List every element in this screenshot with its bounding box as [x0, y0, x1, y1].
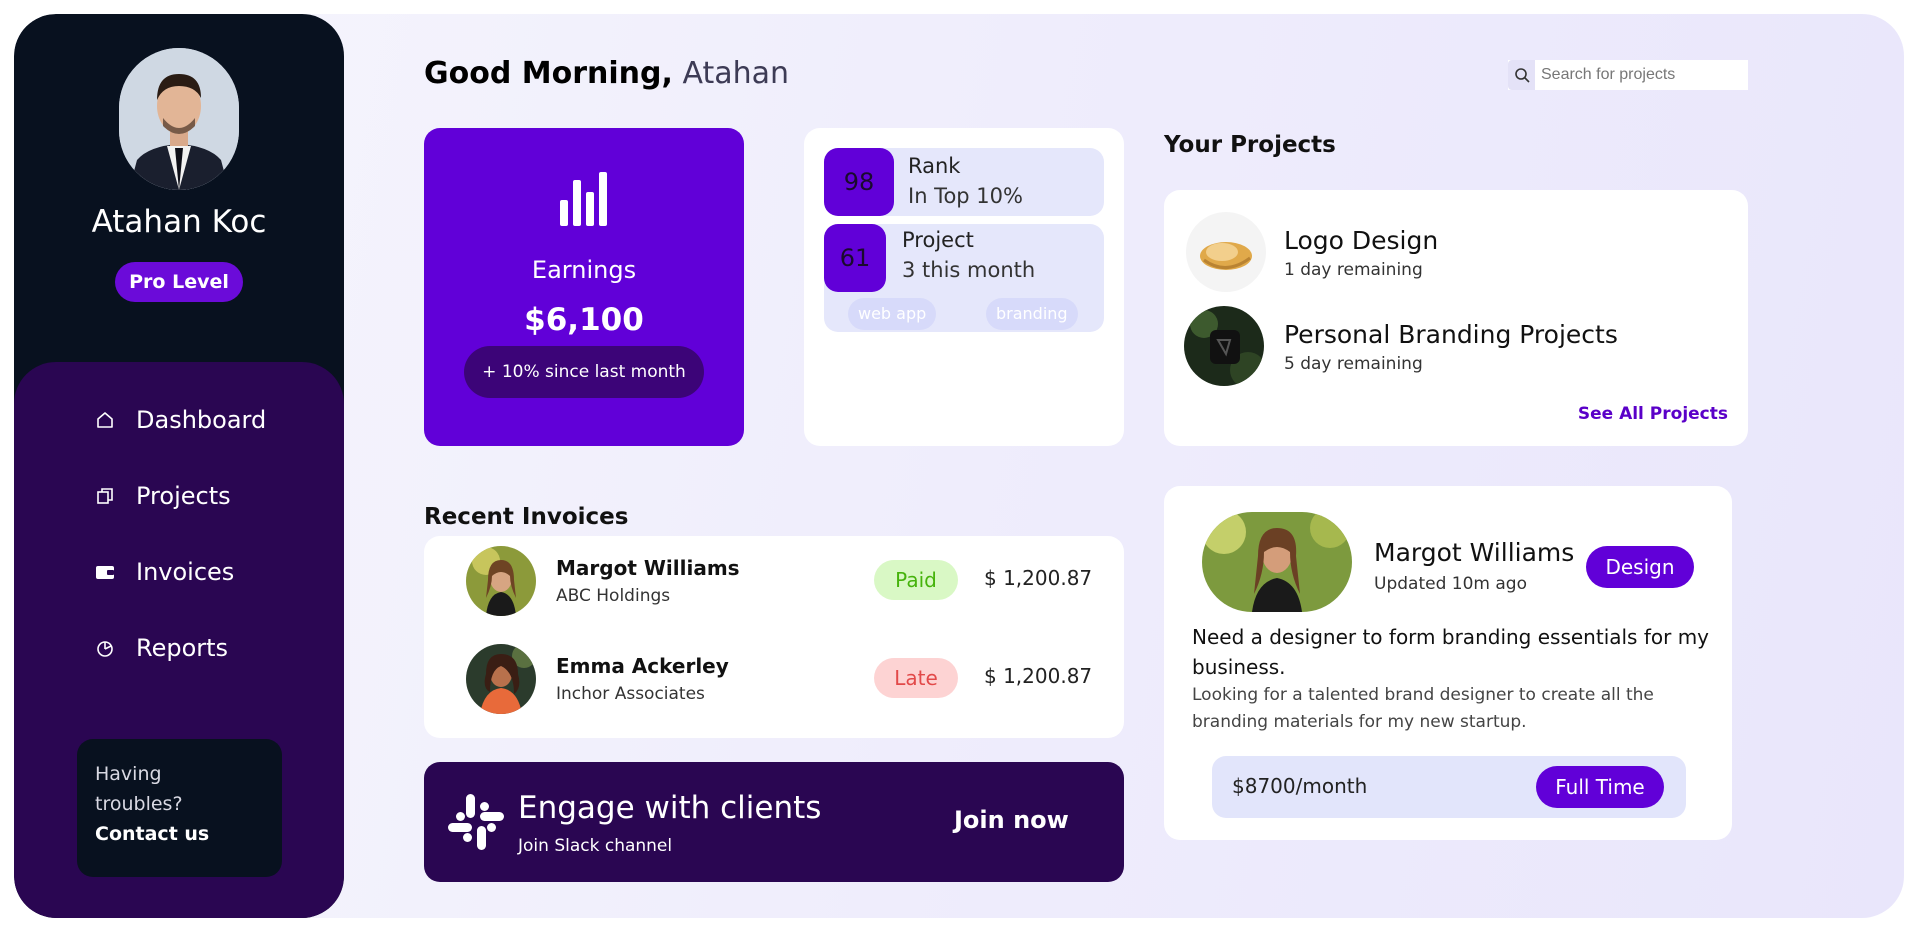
project-name[interactable]: Personal Branding Projects: [1284, 320, 1618, 349]
search-input[interactable]: [1535, 60, 1748, 90]
sidebar-item-reports[interactable]: Reports: [94, 628, 228, 668]
copy-icon: [94, 485, 116, 507]
client-name: Margot Williams: [556, 556, 740, 580]
project-thumbnail[interactable]: [1184, 306, 1264, 386]
project-stat: 61 Project 3 this month web app branding: [824, 224, 1104, 332]
projects-section-title: Your Projects: [1164, 132, 1336, 158]
project-remaining: 1 day remaining: [1284, 260, 1423, 280]
tag-chip[interactable]: branding: [986, 298, 1078, 330]
app-frame: Atahan Koc Pro Level Dashboard Projects: [14, 14, 1904, 918]
table-row[interactable]: Margot Williams ABC Holdings Paid $ 1,20…: [424, 536, 1124, 616]
job-headline: Need a designer to form branding essenti…: [1192, 625, 1710, 679]
projects-card: Logo Design 1 day remaining Personal Bra…: [1164, 190, 1748, 446]
slack-icon: [448, 794, 504, 850]
client-name: Margot Williams: [1374, 538, 1575, 567]
greeting-text: Good Morning,: [424, 56, 673, 91]
avatar-photo: [119, 48, 239, 190]
project-name[interactable]: Logo Design: [1284, 226, 1438, 255]
pie-chart-icon: [94, 637, 116, 659]
bar-chart-icon: [560, 172, 607, 226]
rank-subtitle: In Top 10%: [908, 184, 1023, 208]
sidebar-item-label: Dashboard: [136, 406, 267, 434]
help-box: Having troubles? Contact us: [77, 739, 282, 877]
category-tag-button[interactable]: Design: [1586, 546, 1694, 588]
help-text-line1: Having: [95, 763, 162, 785]
level-badge: Pro Level: [115, 262, 243, 302]
sidebar-item-label: Projects: [136, 482, 231, 510]
project-remaining: 5 day remaining: [1284, 354, 1423, 374]
rank-stat: 98 Rank In Top 10%: [824, 148, 1104, 216]
profile-card: Atahan Koc Pro Level: [14, 14, 344, 364]
sidebar-item-label: Reports: [136, 634, 229, 662]
user-name: Atahan Koc: [91, 204, 267, 240]
join-now-button[interactable]: Join now: [954, 806, 1069, 834]
rank-title: Rank: [908, 154, 961, 178]
project-title: Project: [902, 228, 974, 252]
rank-number: 98: [824, 148, 894, 216]
sidebar-item-label: Invoices: [136, 558, 235, 586]
project-thumbnail[interactable]: [1186, 212, 1266, 292]
client-name: Emma Ackerley: [556, 654, 729, 678]
client-company: Inchor Associates: [556, 684, 705, 704]
sidebar-nav: Dashboard Projects Invoices Reports Havi…: [14, 362, 344, 918]
client-company: ABC Holdings: [556, 586, 671, 606]
invoice-amount: $ 1,200.87: [984, 566, 1093, 590]
sidebar: Atahan Koc Pro Level Dashboard Projects: [14, 14, 344, 918]
greeting-name: Atahan: [682, 56, 790, 91]
avatar[interactable]: [119, 48, 239, 190]
earnings-change-badge: + 10% since last month: [464, 346, 704, 398]
job-card: Margot Williams Updated 10m ago Design N…: [1164, 486, 1732, 840]
home-icon: [94, 409, 116, 431]
pay-rate: $8700/month: [1232, 774, 1368, 798]
search-icon[interactable]: [1508, 60, 1535, 90]
invoice-amount: $ 1,200.87: [984, 664, 1093, 688]
wallet-icon: [94, 561, 116, 583]
stats-card: 98 Rank In Top 10% 61 Project 3 this mon…: [804, 128, 1124, 446]
pay-bar: $8700/month Full Time: [1212, 756, 1686, 818]
earnings-card: Earnings $6,100 + 10% since last month: [424, 128, 744, 446]
search-bar: [1508, 60, 1748, 90]
invoices-card: Margot Williams ABC Holdings Paid $ 1,20…: [424, 536, 1124, 738]
sidebar-item-projects[interactable]: Projects: [94, 476, 231, 516]
earnings-label: Earnings: [531, 256, 637, 284]
avatar: [466, 546, 536, 616]
job-type-button[interactable]: Full Time: [1536, 766, 1664, 808]
sidebar-item-dashboard[interactable]: Dashboard: [94, 400, 266, 440]
earnings-value: $6,100: [524, 302, 644, 338]
avatar: [466, 644, 536, 714]
project-subtitle: 3 this month: [902, 258, 1036, 282]
page-title: Good Morning, Atahan: [424, 56, 789, 91]
slack-banner: Engage with clients Join Slack channel J…: [424, 762, 1124, 882]
banner-subtitle: Join Slack channel: [518, 836, 673, 856]
client-photo: [1202, 512, 1352, 612]
project-number: 61: [824, 224, 886, 292]
status-badge: Paid: [874, 560, 958, 600]
invoices-section-title: Recent Invoices: [424, 504, 629, 530]
banner-title: Engage with clients: [518, 790, 822, 826]
contact-us-link[interactable]: Contact us: [95, 819, 264, 849]
job-description: Looking for a talented brand designer to…: [1192, 685, 1654, 732]
help-text-line2: troubles?: [95, 793, 183, 815]
status-badge: Late: [874, 658, 958, 698]
see-all-projects-link[interactable]: See All Projects: [1578, 404, 1728, 424]
sidebar-item-invoices[interactable]: Invoices: [94, 552, 234, 592]
table-row[interactable]: Emma Ackerley Inchor Associates Late $ 1…: [424, 634, 1124, 714]
tag-chip[interactable]: web app: [848, 298, 937, 330]
updated-time: Updated 10m ago: [1374, 574, 1527, 594]
